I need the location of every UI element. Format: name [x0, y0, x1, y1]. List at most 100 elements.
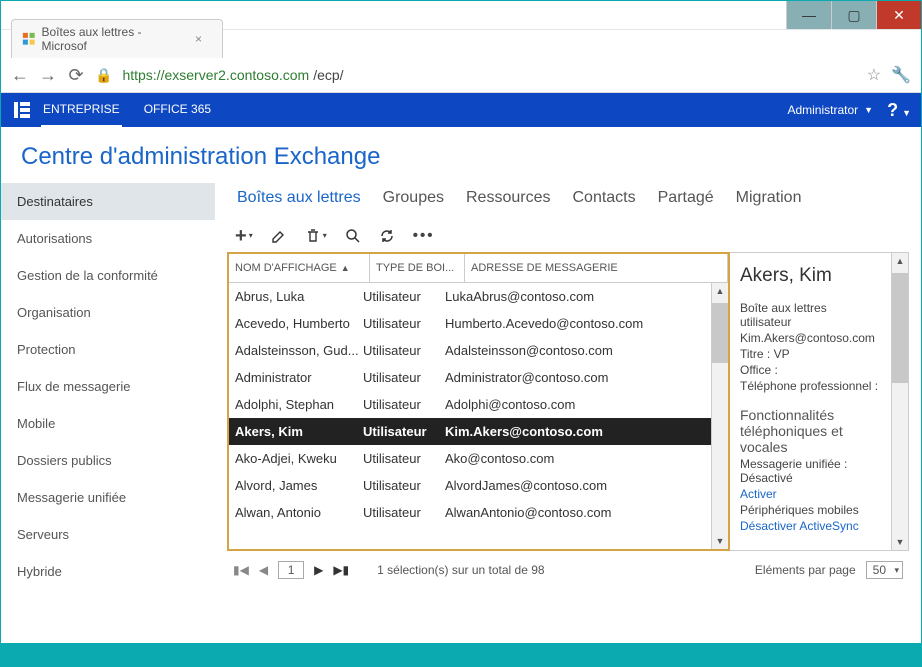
- window-maximize-button[interactable]: ▢: [831, 1, 876, 29]
- scroll-thumb[interactable]: [892, 273, 908, 383]
- details-phone-line: Téléphone professionnel :: [740, 379, 881, 393]
- sidebar-item[interactable]: Dossiers publics: [1, 442, 215, 479]
- help-icon[interactable]: ?▼: [887, 100, 911, 121]
- page-title: Centre d'administration Exchange: [1, 127, 921, 181]
- col-displayname[interactable]: NOM D'AFFICHAGE ▲: [229, 254, 370, 282]
- cell-name: Administrator: [235, 370, 363, 385]
- o365-tab-office365[interactable]: OFFICE 365: [142, 93, 213, 127]
- scroll-up-icon[interactable]: ▲: [712, 283, 728, 299]
- cell-email: Adolphi@contoso.com: [445, 397, 705, 412]
- delete-button[interactable]: ▾: [305, 228, 327, 244]
- cell-name: Acevedo, Humberto: [235, 316, 363, 331]
- sidebar-item[interactable]: Flux de messagerie: [1, 368, 215, 405]
- pager-page-input[interactable]: 1: [278, 561, 304, 579]
- reload-button[interactable]: ⟳: [67, 65, 85, 86]
- details-scrollbar[interactable]: ▲ ▼: [891, 253, 908, 550]
- user-menu[interactable]: Administrator ▼: [787, 103, 873, 117]
- table-row[interactable]: Adalsteinsson, Gud...UtilisateurAdalstei…: [229, 337, 711, 364]
- browser-tab-title: Boîtes aux lettres - Microsof: [42, 25, 185, 53]
- cell-type: Utilisateur: [363, 397, 445, 412]
- scroll-down-icon[interactable]: ▼: [712, 533, 728, 549]
- table-row[interactable]: Adolphi, StephanUtilisateurAdolphi@conto…: [229, 391, 711, 418]
- app-launcher-icon[interactable]: [11, 99, 33, 121]
- subtab[interactable]: Groupes: [383, 189, 444, 207]
- sidebar-item[interactable]: Organisation: [1, 294, 215, 331]
- more-button[interactable]: •••: [413, 227, 435, 244]
- favicon-icon: [22, 32, 36, 46]
- table-row[interactable]: Acevedo, HumbertoUtilisateurHumberto.Ace…: [229, 310, 711, 337]
- sidebar-item[interactable]: Autorisations: [1, 220, 215, 257]
- details-um-line: Messagerie unifiée : Désactivé: [740, 457, 881, 485]
- table-row[interactable]: Abrus, LukaUtilisateurLukaAbrus@contoso.…: [229, 283, 711, 310]
- cell-type: Utilisateur: [363, 451, 445, 466]
- new-button[interactable]: +▾: [235, 229, 253, 243]
- col-type[interactable]: TYPE DE BOI...: [370, 254, 465, 282]
- cell-email: LukaAbrus@contoso.com: [445, 289, 705, 304]
- table-scrollbar[interactable]: ▲ ▼: [711, 283, 728, 549]
- table-row[interactable]: Alwan, AntonioUtilisateurAlwanAntonio@co…: [229, 499, 711, 526]
- subtab[interactable]: Partagé: [658, 189, 714, 207]
- pager-next[interactable]: ▶: [314, 563, 323, 577]
- cell-type: Utilisateur: [363, 424, 445, 439]
- o365-header: ENTREPRISE OFFICE 365 Administrator ▼ ?▼: [1, 93, 921, 127]
- caret-down-icon: ▾: [894, 565, 899, 576]
- sidebar-item[interactable]: Destinataires: [1, 183, 215, 220]
- mailbox-table: NOM D'AFFICHAGE ▲ TYPE DE BOI... ADRESSE…: [227, 252, 730, 551]
- scroll-up-icon[interactable]: ▲: [892, 253, 908, 269]
- details-activesync-link[interactable]: Désactiver ActiveSync: [740, 519, 881, 533]
- back-button[interactable]: ←: [11, 65, 29, 86]
- user-label: Administrator: [787, 103, 858, 117]
- pager-first[interactable]: ▮◀: [233, 563, 249, 577]
- sort-asc-icon: ▲: [341, 263, 350, 273]
- tab-close-icon[interactable]: ×: [195, 32, 202, 46]
- url-path: /ecp/: [313, 67, 343, 83]
- table-row[interactable]: Akers, KimUtilisateurKim.Akers@contoso.c…: [229, 418, 711, 445]
- sidebar-item[interactable]: Hybride: [1, 553, 215, 590]
- sidebar-item[interactable]: Mobile: [1, 405, 215, 442]
- sidebar-item[interactable]: Messagerie unifiée: [1, 479, 215, 516]
- search-button[interactable]: [345, 228, 361, 244]
- table-row[interactable]: AdministratorUtilisateurAdministrator@co…: [229, 364, 711, 391]
- scroll-thumb[interactable]: [712, 303, 728, 363]
- details-um-activate-link[interactable]: Activer: [740, 487, 881, 501]
- pager-ipp-select[interactable]: 50▾: [866, 561, 903, 579]
- cell-name: Ako-Adjei, Kweku: [235, 451, 363, 466]
- sidebar-item[interactable]: Gestion de la conformité: [1, 257, 215, 294]
- scroll-down-icon[interactable]: ▼: [892, 534, 908, 550]
- table-row[interactable]: Alvord, JamesUtilisateurAlvordJames@cont…: [229, 472, 711, 499]
- refresh-button[interactable]: [379, 228, 395, 244]
- details-title-line: Titre : VP: [740, 347, 881, 361]
- details-type: Boîte aux lettres utilisateur: [740, 301, 881, 329]
- edit-button[interactable]: [271, 228, 287, 244]
- cell-email: Humberto.Acevedo@contoso.com: [445, 316, 705, 331]
- col-email[interactable]: ADRESSE DE MESSAGERIE: [465, 254, 728, 282]
- bookmark-icon[interactable]: ☆: [867, 65, 881, 85]
- subtab[interactable]: Contacts: [572, 189, 635, 207]
- pager-last[interactable]: ▶▮: [333, 563, 349, 577]
- settings-wrench-icon[interactable]: 🔧: [891, 65, 911, 85]
- subtab[interactable]: Boîtes aux lettres: [237, 189, 361, 207]
- o365-tab-enterprise[interactable]: ENTREPRISE: [41, 93, 122, 127]
- cell-email: Kim.Akers@contoso.com: [445, 424, 705, 439]
- pager-prev[interactable]: ◀: [259, 563, 268, 577]
- sidebar-item[interactable]: Protection: [1, 331, 215, 368]
- cell-type: Utilisateur: [363, 316, 445, 331]
- sidebar-item[interactable]: Serveurs: [1, 516, 215, 553]
- forward-button[interactable]: →: [39, 65, 57, 86]
- window-close-button[interactable]: ✕: [876, 1, 921, 29]
- table-header: NOM D'AFFICHAGE ▲ TYPE DE BOI... ADRESSE…: [229, 252, 728, 283]
- details-office-line: Office :: [740, 363, 881, 377]
- browser-tab[interactable]: Boîtes aux lettres - Microsof ×: [11, 19, 223, 58]
- cell-type: Utilisateur: [363, 343, 445, 358]
- browser-urlbar: ← → ⟳ 🔒 https://exserver2.contoso.com/ec…: [1, 58, 921, 93]
- cell-name: Alwan, Antonio: [235, 505, 363, 520]
- cell-type: Utilisateur: [363, 478, 445, 493]
- subtab[interactable]: Migration: [736, 189, 802, 207]
- window-minimize-button[interactable]: —: [786, 1, 831, 29]
- details-title: Akers, Kim: [740, 265, 881, 287]
- cell-email: Adalsteinsson@contoso.com: [445, 343, 705, 358]
- url-input[interactable]: https://exserver2.contoso.com/ecp/: [122, 67, 856, 83]
- table-row[interactable]: Ako-Adjei, KwekuUtilisateurAko@contoso.c…: [229, 445, 711, 472]
- subtab[interactable]: Ressources: [466, 189, 550, 207]
- cell-type: Utilisateur: [363, 505, 445, 520]
